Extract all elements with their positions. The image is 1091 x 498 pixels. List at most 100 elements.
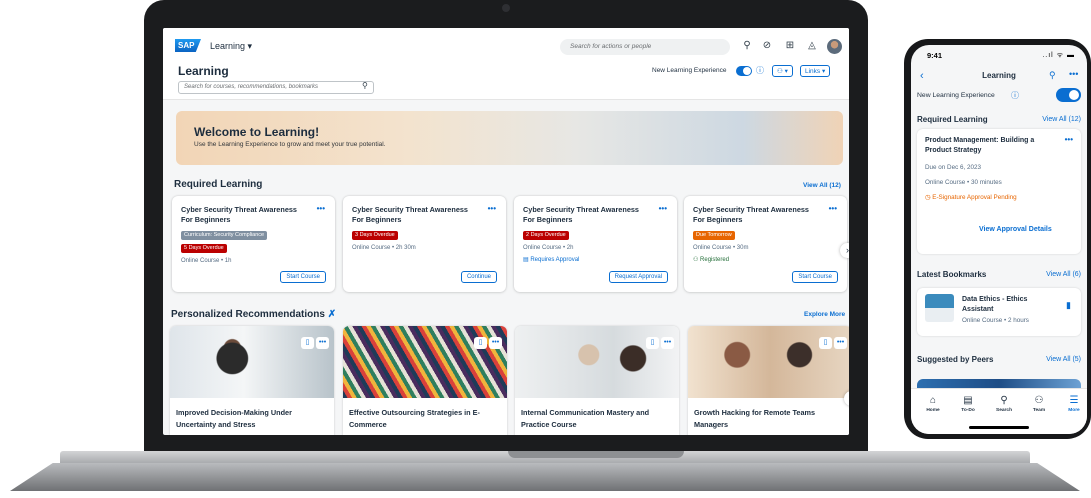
view-approval-button[interactable]: View Approval Details xyxy=(979,226,1052,233)
info-icon[interactable]: ⓘ xyxy=(1011,90,1019,101)
phone-screen: 9:41 ..ıl ᯤ ▬ ‹ Learning ⚲ ••• New Learn… xyxy=(911,45,1087,434)
notes-icon[interactable]: ⊞ xyxy=(783,39,797,53)
card-title: Product Management: Building a Product S… xyxy=(925,137,1035,154)
bookmark-icon[interactable]: ▯ xyxy=(301,337,314,349)
people-menu-button[interactable]: ⚇ ▾ xyxy=(772,65,793,77)
laptop-base xyxy=(0,451,1091,498)
tab-team[interactable]: ⚇ Team xyxy=(1024,395,1054,413)
bell-icon[interactable]: ◬ xyxy=(805,39,819,53)
more-icon[interactable]: ••• xyxy=(659,204,667,213)
card-title: Growth Hacking for Remote Teams Managers xyxy=(694,408,816,429)
search-icon[interactable]: ⚲ xyxy=(740,39,754,53)
bookmark-icon[interactable]: ▯ xyxy=(474,337,487,349)
home-icon: ⌂ xyxy=(929,395,937,406)
phone-title: Learning xyxy=(982,71,1016,80)
links-button[interactable]: Links ▾ xyxy=(800,65,831,77)
more-icon[interactable]: ••• xyxy=(1069,69,1078,79)
card-meta: Online Course • 2h xyxy=(523,245,574,251)
card-actions: ▯ ••• xyxy=(644,331,674,349)
bookmarks-title: Latest Bookmarks xyxy=(917,270,987,279)
more-icon[interactable]: ••• xyxy=(316,337,329,349)
search-icon[interactable]: ⚲ xyxy=(1049,70,1056,81)
bookmark-icon[interactable]: ▯ xyxy=(646,337,659,349)
card-action-button[interactable]: Continue xyxy=(460,271,497,283)
recommendations-title: Personalized Recommendations ✗ xyxy=(171,309,336,320)
team-icon: ⚇ xyxy=(1034,395,1044,406)
target-icon[interactable]: ⊘ xyxy=(760,39,774,53)
page-search-input[interactable]: Search for courses, recommendations, boo… xyxy=(178,81,374,94)
card-title: Effective Outsourcing Strategies in E-Co… xyxy=(349,408,480,429)
required-card[interactable]: Cyber Security Threat Awareness For Begi… xyxy=(343,196,506,292)
bookmarks-view-all-link[interactable]: View All (6) xyxy=(1046,271,1081,278)
more-icon[interactable]: ••• xyxy=(1065,135,1073,144)
product-showcase: SAP Learning ▾ Search for actions or peo… xyxy=(0,0,1091,498)
card-meta: Online Course • 1h xyxy=(181,258,232,264)
tab-label: Home xyxy=(926,408,940,413)
card-action-button[interactable]: Start Course xyxy=(280,271,326,283)
carousel-next-icon[interactable]: › xyxy=(840,243,849,258)
status-time: 9:41 xyxy=(927,51,943,60)
more-icon[interactable]: ••• xyxy=(661,337,674,349)
search-icon[interactable]: ⚲ xyxy=(362,81,368,90)
required-card[interactable]: Product Management: Building a Product S… xyxy=(917,129,1081,254)
bookmark-icon[interactable]: ▯ xyxy=(819,337,832,349)
status-badge: 2 Days Overdue xyxy=(523,231,569,240)
peers-view-all-link[interactable]: View All (5) xyxy=(1046,356,1081,363)
status-badge: Due Tomorrow xyxy=(693,231,735,240)
shell-bar: SAP Learning ▾ Search for actions or peo… xyxy=(163,28,849,56)
bookmark-title: Data Ethics - Ethics Assistant xyxy=(962,296,1028,313)
tab-search[interactable]: ⚲ Search xyxy=(989,395,1019,413)
more-icon[interactable]: ••• xyxy=(317,204,325,213)
recommendation-card[interactable]: ▯ ••• Improved Decision-Making Under Uncer… xyxy=(170,326,334,435)
clipboard-icon: ▤ xyxy=(963,395,973,406)
card-meta: ⚇ Registered xyxy=(693,257,730,263)
search-icon: ⚲ xyxy=(1000,395,1008,406)
home-indicator xyxy=(969,426,1029,429)
card-meta: Online Course • 30m xyxy=(693,245,749,251)
list-icon: ☰ xyxy=(1069,395,1079,406)
required-card[interactable]: Cyber Security Threat Awareness For Begi… xyxy=(514,196,677,292)
laptop-screen: SAP Learning ▾ Search for actions or peo… xyxy=(163,28,849,435)
required-learning-title: Required Learning xyxy=(174,179,263,190)
more-icon[interactable]: ••• xyxy=(488,204,496,213)
card-action-button[interactable]: Request Approval xyxy=(608,271,668,283)
card-title: Cyber Security Threat Awareness For Begi… xyxy=(693,205,809,224)
recommendation-card[interactable]: ▯ ••• Growth Hacking for Remote Teams Mana… xyxy=(688,326,849,435)
card-action-button[interactable]: Start Course xyxy=(792,271,838,283)
required-card[interactable]: Cyber Security Threat Awareness For Begi… xyxy=(172,196,335,292)
more-icon[interactable]: ••• xyxy=(829,204,837,213)
status-badge: Curriculum: Security Compliance xyxy=(181,231,268,240)
card-actions: ▯ ••• xyxy=(299,331,329,349)
required-view-all-link[interactable]: View All (12) xyxy=(1042,116,1081,123)
explore-more-link[interactable]: Explore More xyxy=(804,311,845,318)
new-experience-toggle[interactable] xyxy=(1056,88,1081,102)
bookmark-item[interactable]: Data Ethics - Ethics Assistant Online Co… xyxy=(917,288,1081,336)
laptop-base-body xyxy=(10,463,1080,491)
new-experience-label: New Learning Experience xyxy=(917,92,995,99)
sap-logo[interactable]: SAP xyxy=(175,39,201,52)
tab-label: To-Do xyxy=(961,408,975,413)
avatar[interactable] xyxy=(827,39,842,54)
new-experience-toggle[interactable] xyxy=(736,66,752,76)
more-icon[interactable]: ••• xyxy=(489,337,502,349)
recommendations-title-text: Personalized Recommendations xyxy=(171,309,325,320)
recommendation-card[interactable]: ▯ ••• Effective Outsourcing Strategies in … xyxy=(343,326,507,435)
tab-more[interactable]: ☰ More xyxy=(1059,395,1087,413)
required-card[interactable]: Cyber Security Threat Awareness For Begi… xyxy=(684,196,847,292)
tab-home[interactable]: ⌂ Home xyxy=(918,395,948,413)
sparkle-icon: ✗ xyxy=(327,309,337,320)
recommendation-card[interactable]: ▯ ••• Internal Communication Mastery and P… xyxy=(515,326,679,435)
more-icon[interactable]: ••• xyxy=(834,337,847,349)
app-menu[interactable]: Learning ▾ xyxy=(210,41,252,52)
bookmark-icon[interactable]: ▮ xyxy=(1066,300,1071,311)
status-badge: 3 Days Overdue xyxy=(352,231,398,240)
tab-label: Team xyxy=(1032,408,1046,413)
info-icon[interactable]: ⓘ xyxy=(756,65,764,76)
shell-search-input[interactable]: Search for actions or people xyxy=(560,39,730,55)
card-meta: Online Course • 30 minutes xyxy=(925,179,1002,186)
required-view-all-link[interactable]: View All (12) xyxy=(803,182,841,189)
card-meta: ▤ Requires Approval xyxy=(523,257,580,263)
tab-to-do[interactable]: ▤ To-Do xyxy=(953,395,983,413)
tab-label: Search xyxy=(996,408,1012,413)
card-due: Due on Dec 6, 2023 xyxy=(925,164,982,171)
